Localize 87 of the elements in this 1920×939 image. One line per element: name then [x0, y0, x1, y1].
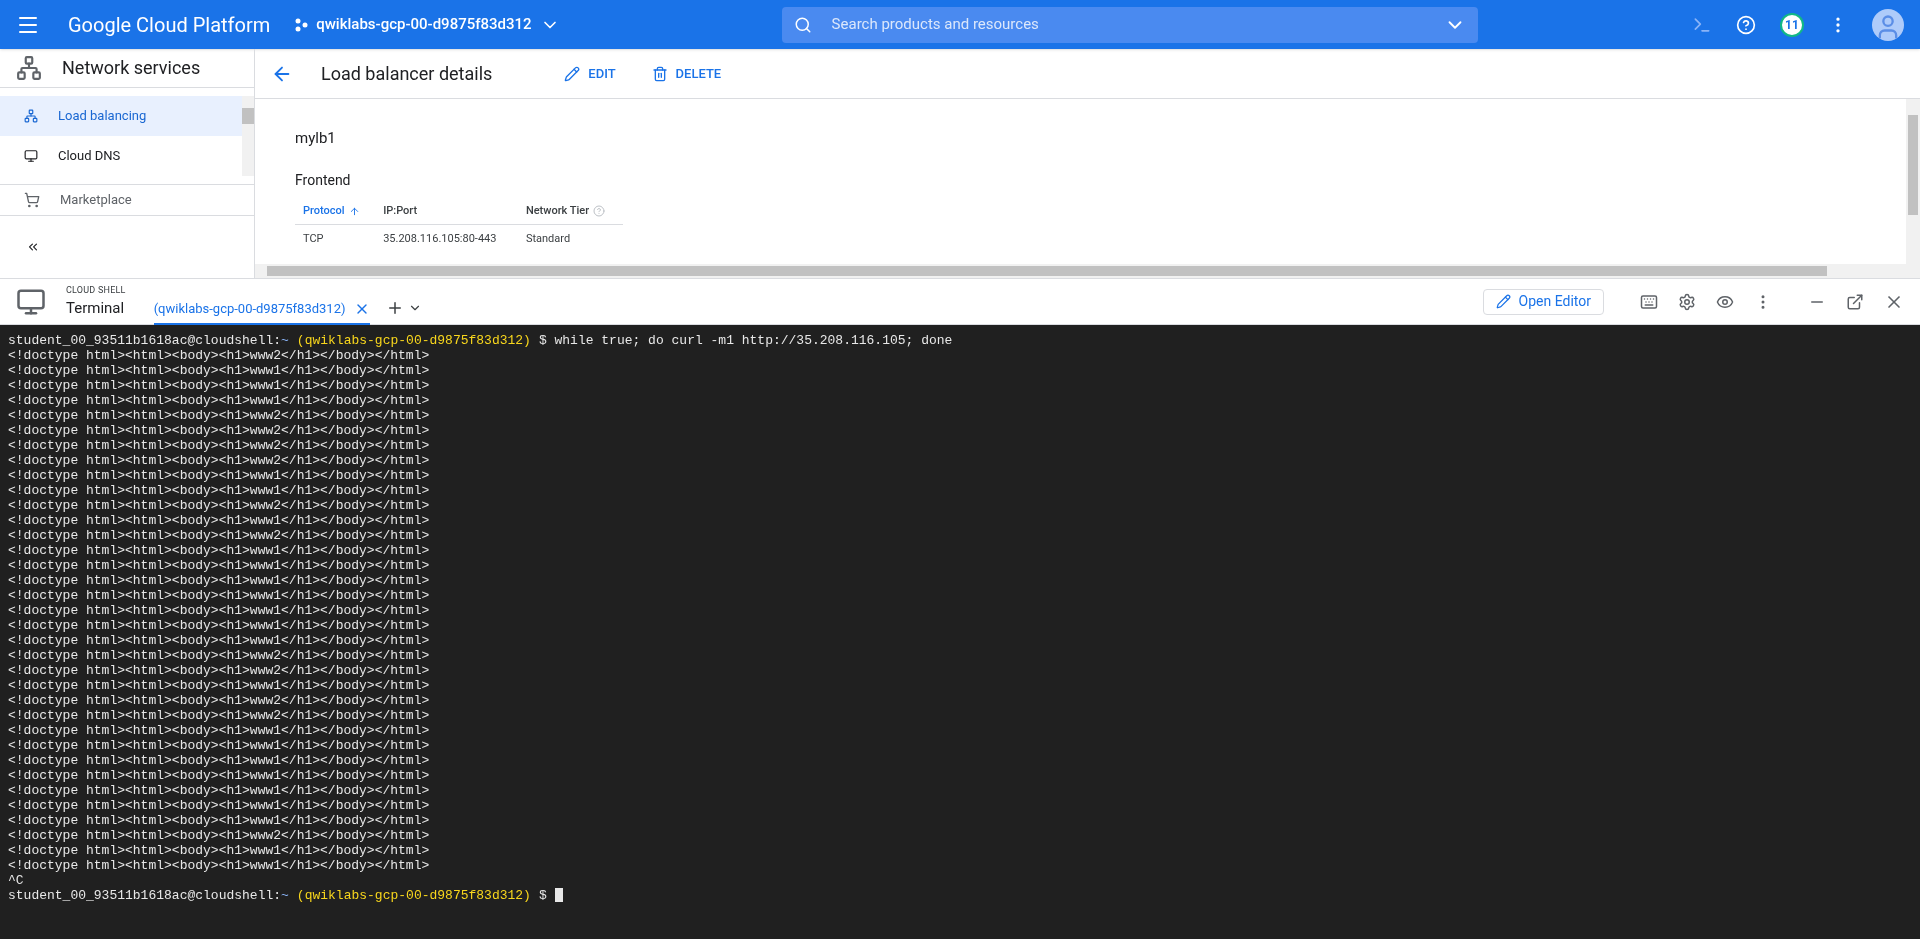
- output-line: <!doctype html><html><body><h1>www1</h1></body></html>: [8, 603, 430, 618]
- column-header[interactable]: Network Tier: [517, 198, 623, 225]
- search-field[interactable]: Search products and resources: [831, 13, 1424, 36]
- output-line: <!doctype html><html><body><h1>www1</h1></body></html>: [8, 468, 430, 483]
- output-line: <!doctype html><html><body><h1>www2</h1></body></html>: [8, 663, 430, 678]
- nav-item[interactable]: Cloud DNS: [0, 135, 242, 176]
- output-line: <!doctype html><html><body><h1>www2</h1></body></html>: [8, 528, 430, 543]
- page-title: Load balancer details: [321, 62, 493, 86]
- output-line: <!doctype html><html><body><h1>www1</h1></body></html>: [8, 678, 430, 693]
- shell-title: Terminal: [66, 298, 126, 319]
- pencil-icon: [564, 65, 581, 82]
- output-line: <!doctype html><html><body><h1>www2</h1></body></html>: [8, 438, 430, 453]
- terminal[interactable]: [0, 325, 1920, 939]
- cart-icon: [24, 192, 40, 208]
- table-cell: 35.208.116.105:80-443: [375, 224, 518, 253]
- avatar[interactable]: [1872, 8, 1904, 41]
- output-line: <!doctype html><html><body><h1>www1</h1></body></html>: [8, 798, 430, 813]
- nav-title: Network services: [62, 56, 201, 81]
- output-line: <!doctype html><html><body><h1>www2</h1></body></html>: [8, 348, 430, 363]
- trash-icon: [651, 65, 668, 82]
- search-bar[interactable]: Search products and resources: [781, 6, 1478, 43]
- product-name: Google Cloud Platform: [68, 11, 271, 39]
- section-title: Frontend: [295, 170, 352, 190]
- output-line: <!doctype html><html><body><h1>www1</h1></body></html>: [8, 483, 430, 498]
- nav-item[interactable]: Load balancing: [0, 95, 242, 136]
- output-line: <!doctype html><html><body><h1>www2</h1></body></html>: [8, 498, 430, 513]
- pencil-icon: [1495, 294, 1511, 309]
- prompt-user: student_00_93511b1618ac@cloudshell:: [8, 888, 282, 903]
- output-line: <!doctype html><html><body><h1>www1</h1></body></html>: [8, 813, 430, 828]
- network-icon: [24, 108, 38, 123]
- output-line: <!doctype html><html><body><h1>www1</h1></body></html>: [8, 618, 430, 633]
- project-selector[interactable]: qwiklabs-gcp-00-d9875f83d312: [294, 13, 560, 36]
- notification-badge[interactable]: 11: [1780, 12, 1804, 37]
- prompt-project: (qwiklabs-gcp-00-d9875f83d312): [296, 333, 531, 348]
- output-line: <!doctype html><html><body><h1>www2</h1></body></html>: [8, 708, 430, 723]
- output-line: <!doctype html><html><body><h1>www1</h1></body></html>: [8, 633, 430, 648]
- open-editor-button[interactable]: Open Editor: [1482, 288, 1604, 315]
- output-line: <!doctype html><html><body><h1>www2</h1></body></html>: [8, 453, 430, 468]
- output-line: <!doctype html><html><body><h1>www1</h1></body></html>: [8, 573, 430, 588]
- output-line: <!doctype html><html><body><h1>www1</h1></body></html>: [8, 753, 430, 768]
- keyboard-icon[interactable]: [1640, 292, 1658, 311]
- monitor-icon: [24, 148, 38, 163]
- shell-label: CLOUD SHELL: [66, 283, 126, 297]
- prompt-dir: ~: [281, 888, 289, 903]
- output-line: <!doctype html><html><body><h1>www1</h1></body></html>: [8, 543, 430, 558]
- output-line: <!doctype html><html><body><h1>www1</h1></body></html>: [8, 858, 430, 873]
- delete-button[interactable]: DELETE: [651, 63, 722, 84]
- output-line: <!doctype html><html><body><h1>www1</h1></body></html>: [8, 723, 430, 738]
- search-icon: [793, 15, 812, 34]
- table-cell: TCP: [295, 224, 376, 253]
- prompt-project: (qwiklabs-gcp-00-d9875f83d312): [296, 888, 531, 903]
- horizontal-scrollbar[interactable]: [255, 264, 1920, 278]
- column-header[interactable]: IP:Port: [375, 198, 518, 225]
- output-line: <!doctype html><html><body><h1>www1</h1></body></html>: [8, 393, 430, 408]
- nav-item[interactable]: Marketplace: [0, 184, 254, 217]
- sort-arrow-icon: [348, 205, 360, 217]
- prompt-dir: ~: [281, 333, 289, 348]
- command-text: $: [538, 888, 547, 903]
- settings-icon[interactable]: [1678, 292, 1696, 311]
- output-line: <!doctype html><html><body><h1>www2</h1></body></html>: [8, 693, 430, 708]
- edit-button[interactable]: EDIT: [564, 63, 616, 84]
- output-line: <!doctype html><html><body><h1>www1</h1></body></html>: [8, 843, 430, 858]
- help-icon: [593, 205, 606, 218]
- output-line: <!doctype html><html><body><h1>www1</h1></body></html>: [8, 558, 430, 573]
- help-icon[interactable]: [1736, 14, 1756, 35]
- project-icon: [294, 17, 309, 32]
- output-line: <!doctype html><html><body><h1>www2</h1></body></html>: [8, 828, 430, 843]
- table-cell: Standard: [517, 224, 623, 253]
- output-line: <!doctype html><html><body><h1>www1</h1></body></html>: [8, 363, 430, 378]
- output-line: <!doctype html><html><body><h1>www1</h1></body></html>: [8, 513, 430, 528]
- output-line: <!doctype html><html><body><h1>www2</h1></body></html>: [8, 408, 430, 423]
- scrollbar[interactable]: [1906, 99, 1920, 264]
- load-balancer-name: mylb1: [295, 128, 337, 149]
- output-line: <!doctype html><html><body><h1>www2</h1></body></html>: [8, 423, 430, 438]
- scrollbar[interactable]: [242, 95, 254, 176]
- output-line: ^C: [8, 873, 24, 888]
- prompt-user: student_00_93511b1618ac@cloudshell:: [8, 333, 282, 348]
- network-icon: [16, 54, 42, 81]
- open-new-window-icon[interactable]: [1846, 292, 1864, 311]
- output-line: <!doctype html><html><body><h1>www1</h1></body></html>: [8, 378, 430, 393]
- output-line: <!doctype html><html><body><h1>www1</h1></body></html>: [8, 588, 430, 603]
- column-header[interactable]: Protocol: [295, 198, 376, 225]
- output-line: <!doctype html><html><body><h1>www1</h1></body></html>: [8, 783, 430, 798]
- output-line: <!doctype html><html><body><h1>www1</h1></body></html>: [8, 768, 430, 783]
- output-line: <!doctype html><html><body><h1>www1</h1></body></html>: [8, 738, 430, 753]
- output-line: <!doctype html><html><body><h1>www2</h1></body></html>: [8, 648, 430, 663]
- command-text: $ while true; do curl -m1 http://35.208.116.105; done: [538, 333, 953, 348]
